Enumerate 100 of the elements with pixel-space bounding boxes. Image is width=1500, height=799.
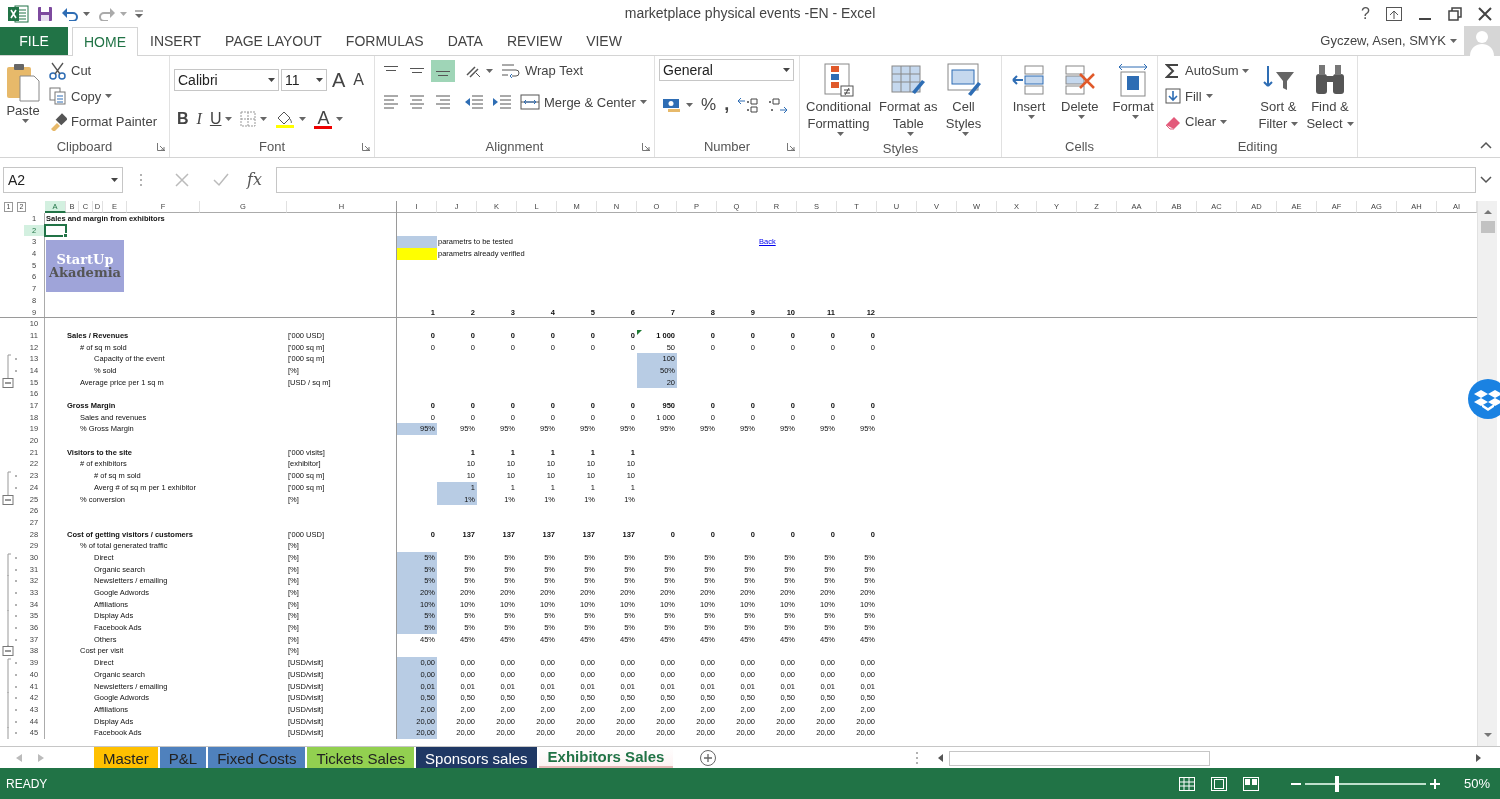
ribbon-tab[interactable]: INSERT <box>138 27 214 55</box>
conditional-formatting-button[interactable]: Conditional Formatting <box>804 59 874 139</box>
bold-button[interactable]: B <box>174 105 192 133</box>
copy-icon <box>49 87 67 106</box>
sheet-tab[interactable]: Tickets Sales <box>307 747 415 769</box>
add-sheet-icon[interactable] <box>699 749 718 767</box>
comma-style-button[interactable]: , <box>721 89 733 120</box>
cut-button[interactable]: Cut <box>46 59 160 83</box>
delete-button[interactable]: Delete <box>1056 59 1104 137</box>
sort-filter-button[interactable]: Sort & Filter <box>1256 59 1301 137</box>
cell-styles-button[interactable]: Cell Styles <box>943 59 984 139</box>
drag-handle-icon[interactable] <box>915 751 919 765</box>
align-lines-icon <box>410 68 424 74</box>
ribbon-tab[interactable]: DATA <box>435 27 495 55</box>
clear-button[interactable]: Clear <box>1162 110 1253 134</box>
collapse-ribbon-icon[interactable] <box>1480 141 1492 149</box>
italic-button[interactable]: I <box>193 105 205 133</box>
align-lines-icon <box>384 65 398 71</box>
scroll-thumb[interactable] <box>1480 221 1495 233</box>
sheet-tab[interactable]: P&L <box>159 747 207 769</box>
undo-icon[interactable] <box>61 6 79 21</box>
increase-decimal-icon <box>737 95 760 114</box>
caret-icon <box>268 78 275 82</box>
caret-icon <box>120 11 127 16</box>
align-bottom-button[interactable] <box>431 59 455 82</box>
file-tab[interactable]: FILE <box>0 27 68 55</box>
ribbon-tab[interactable]: FORMULAS <box>333 27 436 55</box>
caret-icon <box>316 78 323 82</box>
align-lines-icon <box>408 94 426 111</box>
copy-button[interactable]: Copy <box>46 84 160 108</box>
expand-formula-icon[interactable] <box>1480 176 1492 184</box>
clipboard-icon <box>6 62 40 102</box>
caret-icon <box>21 119 29 123</box>
dialog-launcher-icon[interactable] <box>787 143 795 151</box>
dropbox-icon[interactable] <box>1466 377 1500 421</box>
dialog-launcher-icon[interactable] <box>157 143 165 151</box>
font-color-button[interactable]: A <box>311 107 347 131</box>
group-label: Alignment <box>485 138 544 157</box>
format-button[interactable]: Format <box>1107 59 1159 137</box>
user-account-button[interactable]: Gyczew, Asen, SMYK <box>1317 29 1460 53</box>
wrap-text-icon <box>501 61 521 80</box>
font-name-field[interactable]: Calibri <box>174 69 279 91</box>
decrease-font-size-button[interactable]: A <box>350 66 367 94</box>
sheet-tab[interactable]: Sponsors sales <box>416 747 537 769</box>
dialog-launcher-icon[interactable] <box>362 143 370 151</box>
scroll-thumb[interactable] <box>949 750 1210 766</box>
underline-button[interactable]: U <box>206 105 236 133</box>
merge-center-button[interactable]: Merge & Center <box>517 90 650 114</box>
normal-view-icon[interactable] <box>1178 776 1195 791</box>
ribbon-tab[interactable]: REVIEW <box>494 27 575 55</box>
name-box[interactable]: A2 <box>3 167 123 193</box>
close-icon[interactable] <box>1478 6 1492 21</box>
page-break-icon[interactable] <box>1242 776 1259 791</box>
number-format-field[interactable]: General <box>659 59 794 81</box>
paintbrush-icon <box>49 112 67 131</box>
zoom-in-icon[interactable] <box>1429 778 1440 789</box>
fill-button[interactable]: Fill <box>1162 84 1253 108</box>
caret-icon <box>783 68 790 72</box>
zoom-level[interactable]: 50% <box>1463 773 1490 794</box>
align-lines-icon <box>382 94 400 111</box>
font-size-field[interactable]: 11 <box>281 69 327 91</box>
caret-icon <box>111 178 118 182</box>
drag-handle-icon[interactable] <box>139 173 143 187</box>
autosum-button[interactable]: AutoSum <box>1162 59 1253 83</box>
percent-style-button[interactable]: % <box>698 89 720 120</box>
paste-button[interactable]: Paste <box>4 59 42 137</box>
ribbon-tab[interactable]: PAGE LAYOUT <box>213 27 334 55</box>
ribbon-display-icon[interactable] <box>1386 6 1402 21</box>
save-icon[interactable] <box>37 5 53 22</box>
customize-toolbar-icon[interactable] <box>135 9 143 18</box>
dialog-launcher-icon[interactable] <box>642 143 650 151</box>
sheet-tab[interactable]: Master <box>94 747 158 769</box>
logo-text: Akademia <box>49 266 121 280</box>
excel-logo-icon[interactable] <box>8 4 29 23</box>
group-label: Editing <box>1237 138 1278 157</box>
money-icon <box>662 96 682 113</box>
increase-font-size-button[interactable]: A <box>329 63 349 97</box>
caret-icon <box>906 132 914 136</box>
fill-handle[interactable] <box>63 233 68 239</box>
formula-field[interactable] <box>275 167 1476 193</box>
decrease-decimal-icon <box>767 95 790 114</box>
caret-icon <box>1450 39 1457 43</box>
wrap-text-button[interactable]: Wrap Text <box>498 59 587 83</box>
fill-down-icon <box>1165 88 1181 105</box>
find-select-button[interactable]: Find & Select <box>1304 59 1356 137</box>
ribbon-tab[interactable]: VIEW <box>574 27 634 55</box>
caret-icon <box>1205 94 1213 99</box>
merge-cells-icon <box>520 93 540 112</box>
help-button[interactable]: ? <box>1361 1 1370 26</box>
format-as-table-button[interactable]: Format as Table <box>877 59 940 139</box>
format-painter-button[interactable]: Format Painter <box>46 110 160 134</box>
page-layout-icon[interactable] <box>1210 776 1227 791</box>
sheet-tab[interactable]: Fixed Costs <box>208 747 306 769</box>
insert-function-button[interactable]: fx <box>237 168 272 192</box>
outdent-icon <box>464 94 484 111</box>
slider-thumb[interactable] <box>1335 775 1340 792</box>
insert-button[interactable]: Insert <box>1006 59 1052 137</box>
caret-icon <box>686 102 693 107</box>
ribbon-tab[interactable]: HOME <box>72 27 138 56</box>
restore-icon[interactable] <box>1448 6 1462 21</box>
